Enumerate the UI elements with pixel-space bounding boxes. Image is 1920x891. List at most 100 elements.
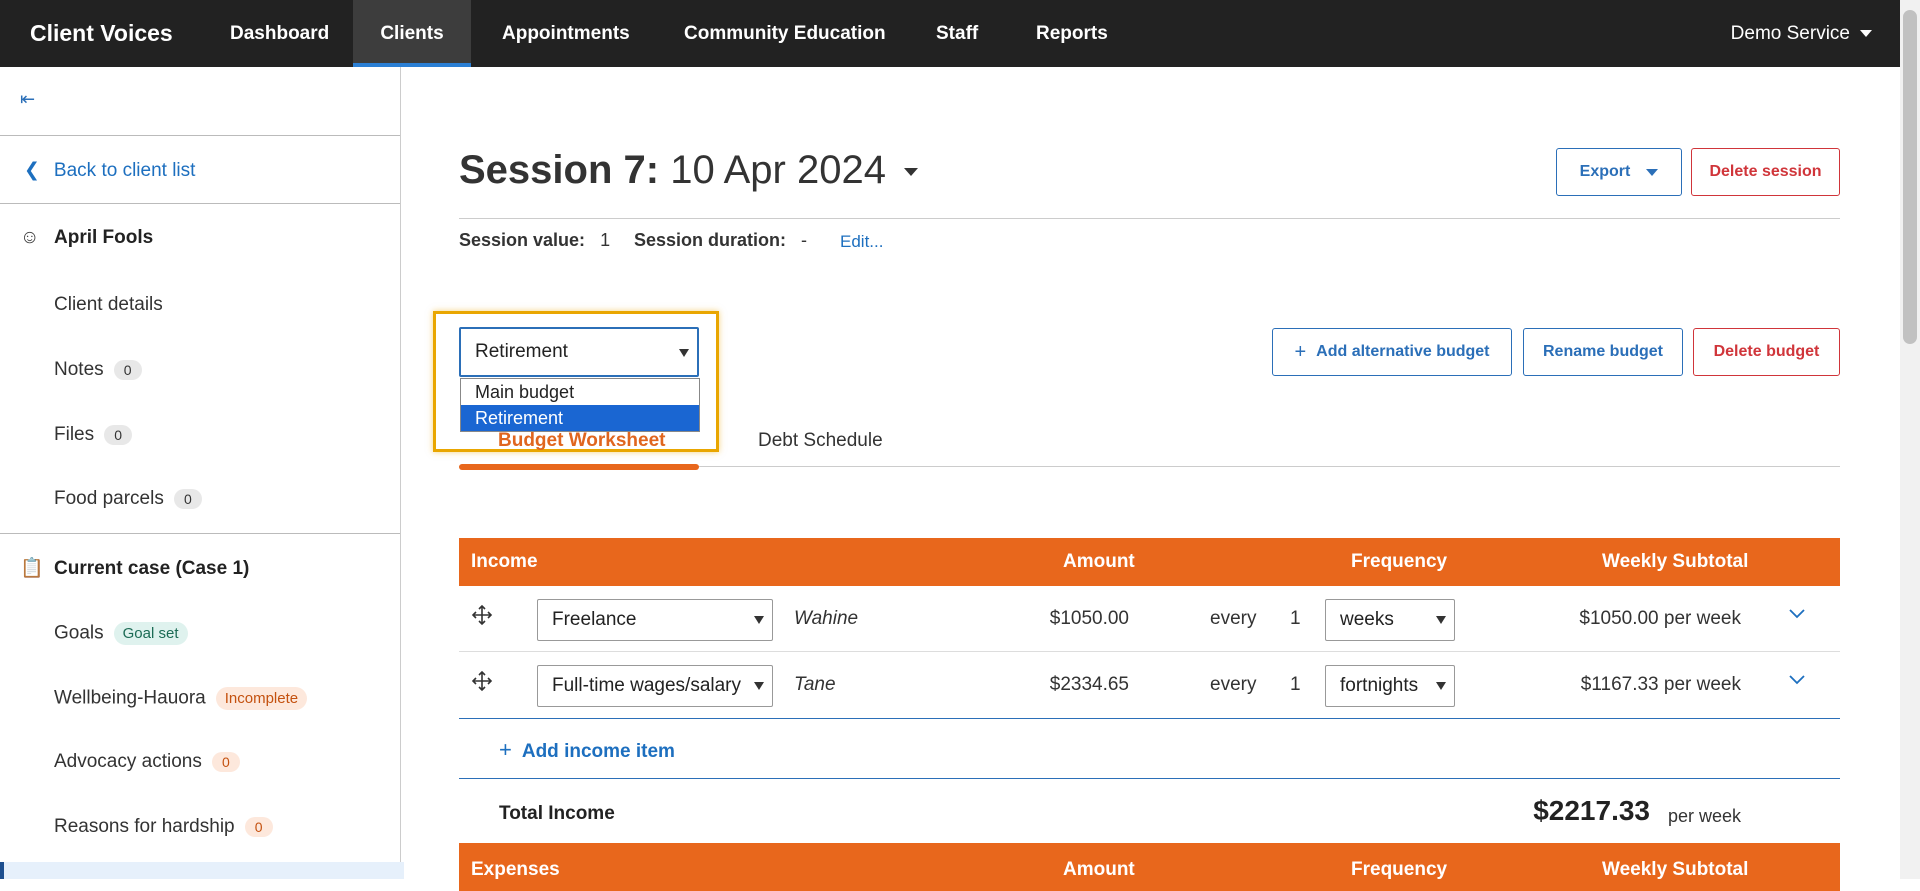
active-tab-indicator — [459, 464, 699, 470]
divider — [459, 778, 1840, 779]
count-badge: 0 — [104, 424, 133, 445]
budget-select-value: Retirement — [475, 341, 568, 362]
column-header: Income — [471, 551, 538, 572]
income-category-select[interactable]: Full-time wages/salary — [537, 665, 773, 707]
page-title: Session 7: 10 Apr 2024 — [459, 148, 918, 193]
chevron-down-icon — [754, 682, 764, 690]
session-date: 10 Apr 2024 — [670, 148, 886, 192]
sidebar-item-active[interactable] — [0, 862, 404, 879]
budget-select[interactable]: Retirement — [459, 327, 699, 377]
sidebar-item-advocacy-actions[interactable]: Advocacy actions 0 — [54, 751, 240, 773]
budget-dropdown-list: Main budget Retirement — [460, 378, 700, 432]
delete-session-button[interactable]: Delete session — [1691, 148, 1840, 196]
drag-handle-icon[interactable] — [471, 604, 493, 626]
sidebar-item-label: Reasons for hardship — [54, 816, 235, 837]
client-name-heading[interactable]: ☺ April Fools — [20, 227, 153, 249]
column-header: Amount — [1063, 859, 1135, 880]
collapse-sidebar-icon[interactable]: ⇤ — [20, 89, 35, 110]
every-label: every — [1210, 674, 1257, 695]
frequency-value: fortnights — [1340, 675, 1419, 696]
amount-value[interactable]: $2334.65 — [1050, 674, 1129, 696]
rename-budget-button[interactable]: Rename budget — [1523, 328, 1683, 376]
chevron-down-icon — [1436, 682, 1446, 690]
top-nav: Client Voices Dashboard Clients Appointm… — [0, 0, 1900, 67]
column-header: Frequency — [1351, 551, 1448, 572]
tab-budget-worksheet[interactable]: Budget Worksheet — [498, 430, 666, 452]
total-income-unit: per week — [1667, 806, 1741, 826]
sidebar-item-goals[interactable]: Goals Goal set — [54, 622, 188, 645]
user-circle-icon: ☺ — [20, 227, 40, 248]
sidebar-item-food-parcels[interactable]: Food parcels 0 — [54, 488, 202, 510]
sidebar-item-client-details[interactable]: Client details — [54, 294, 163, 316]
expand-row-icon[interactable] — [1788, 604, 1806, 625]
nav-clients[interactable]: Clients — [353, 0, 471, 67]
page-scrollbar[interactable] — [1900, 0, 1920, 879]
person-label: Wahine — [794, 608, 859, 629]
column-header: Amount — [1063, 551, 1135, 572]
count-badge: 0 — [211, 751, 240, 772]
session-value: Session value: 1 — [459, 230, 610, 251]
expand-row-icon[interactable] — [1788, 670, 1806, 691]
count-badge: 0 — [113, 359, 142, 380]
tab-debt-schedule[interactable]: Debt Schedule — [758, 430, 883, 452]
export-button[interactable]: Export — [1556, 148, 1682, 196]
sidebar-item-reasons-for-hardship[interactable]: Reasons for hardship 0 — [54, 816, 273, 838]
add-alternative-budget-button[interactable]: + Add alternative budget — [1272, 328, 1512, 376]
sidebar-item-label: Notes — [54, 359, 104, 380]
frequency-select[interactable]: weeks — [1325, 599, 1455, 641]
edit-session-link[interactable]: Edit... — [840, 232, 883, 252]
session-switch-caret-icon[interactable] — [903, 168, 918, 177]
divider — [0, 203, 400, 204]
session-value-label: Session value: — [459, 230, 586, 250]
plus-icon: + — [1294, 340, 1307, 363]
sidebar-item-label: Food parcels — [54, 488, 164, 509]
add-income-label: Add income item — [521, 741, 675, 762]
delete-budget-button[interactable]: Delete budget — [1693, 328, 1840, 376]
budget-option-retirement[interactable]: Retirement — [461, 405, 699, 431]
divider — [459, 718, 1840, 719]
income-category-select[interactable]: Freelance — [537, 599, 773, 641]
app-brand[interactable]: Client Voices — [30, 20, 173, 47]
current-case-heading[interactable]: 📋 Current case (Case 1) — [20, 556, 249, 580]
service-label: Demo Service — [1730, 23, 1850, 44]
sidebar-item-files[interactable]: Files 0 — [54, 424, 133, 446]
weekly-subtotal: $1050.00 per week — [1579, 608, 1741, 629]
back-to-client-list-link[interactable]: ❮ Back to client list — [24, 159, 195, 182]
nav-community-education[interactable]: Community Education — [684, 0, 886, 67]
nav-dashboard[interactable]: Dashboard — [230, 0, 329, 67]
expenses-table-header: Expenses Amount Frequency Weekly Subtota… — [459, 843, 1840, 891]
nav-reports[interactable]: Reports — [1036, 0, 1108, 67]
count-badge: 0 — [244, 816, 273, 837]
drag-handle-icon[interactable] — [471, 670, 493, 692]
sidebar-item-label: Wellbeing-Hauora — [54, 687, 206, 709]
table-row: Full-time wages/salary Tane $2334.65 eve… — [459, 652, 1840, 717]
session-duration-label: Session duration: — [634, 230, 787, 250]
column-header: Frequency — [1351, 859, 1448, 880]
nav-staff[interactable]: Staff — [936, 0, 978, 67]
sidebar-item-wellbeing[interactable]: Wellbeing-Hauora Incomplete — [54, 687, 308, 710]
chevron-down-icon — [1860, 30, 1872, 38]
nav-appointments[interactable]: Appointments — [502, 0, 630, 67]
divider — [0, 533, 400, 534]
amount-value[interactable]: $1050.00 — [1050, 608, 1129, 630]
frequency-select[interactable]: fortnights — [1325, 665, 1455, 707]
column-header: Weekly Subtotal — [1602, 859, 1749, 880]
category-value: Freelance — [552, 609, 637, 630]
plus-icon: + — [499, 737, 512, 762]
session-duration-value: - — [801, 230, 808, 250]
chevron-down-icon — [679, 349, 689, 357]
frequency-count[interactable]: 1 — [1290, 608, 1301, 630]
scrollbar-thumb[interactable] — [1903, 10, 1917, 344]
sidebar-item-label: Advocacy actions — [54, 751, 202, 772]
service-menu[interactable]: Demo Service — [1731, 0, 1872, 67]
income-table-header: Income Amount Frequency Weekly Subtotal — [459, 538, 1840, 586]
budget-option-main[interactable]: Main budget — [461, 379, 699, 405]
sidebar: ⇤ ❮ Back to client list ☺ April Fools Clie… — [0, 67, 401, 879]
case-title: Current case (Case 1) — [54, 558, 250, 579]
sidebar-item-notes[interactable]: Notes 0 — [54, 359, 142, 381]
add-income-item-button[interactable]: + Add income item — [499, 737, 675, 763]
chevron-down-icon — [1646, 168, 1659, 176]
clipboard-icon: 📋 — [20, 558, 44, 579]
frequency-count[interactable]: 1 — [1290, 674, 1301, 696]
table-row: Freelance Wahine $1050.00 every 1 weeks … — [459, 586, 1840, 652]
